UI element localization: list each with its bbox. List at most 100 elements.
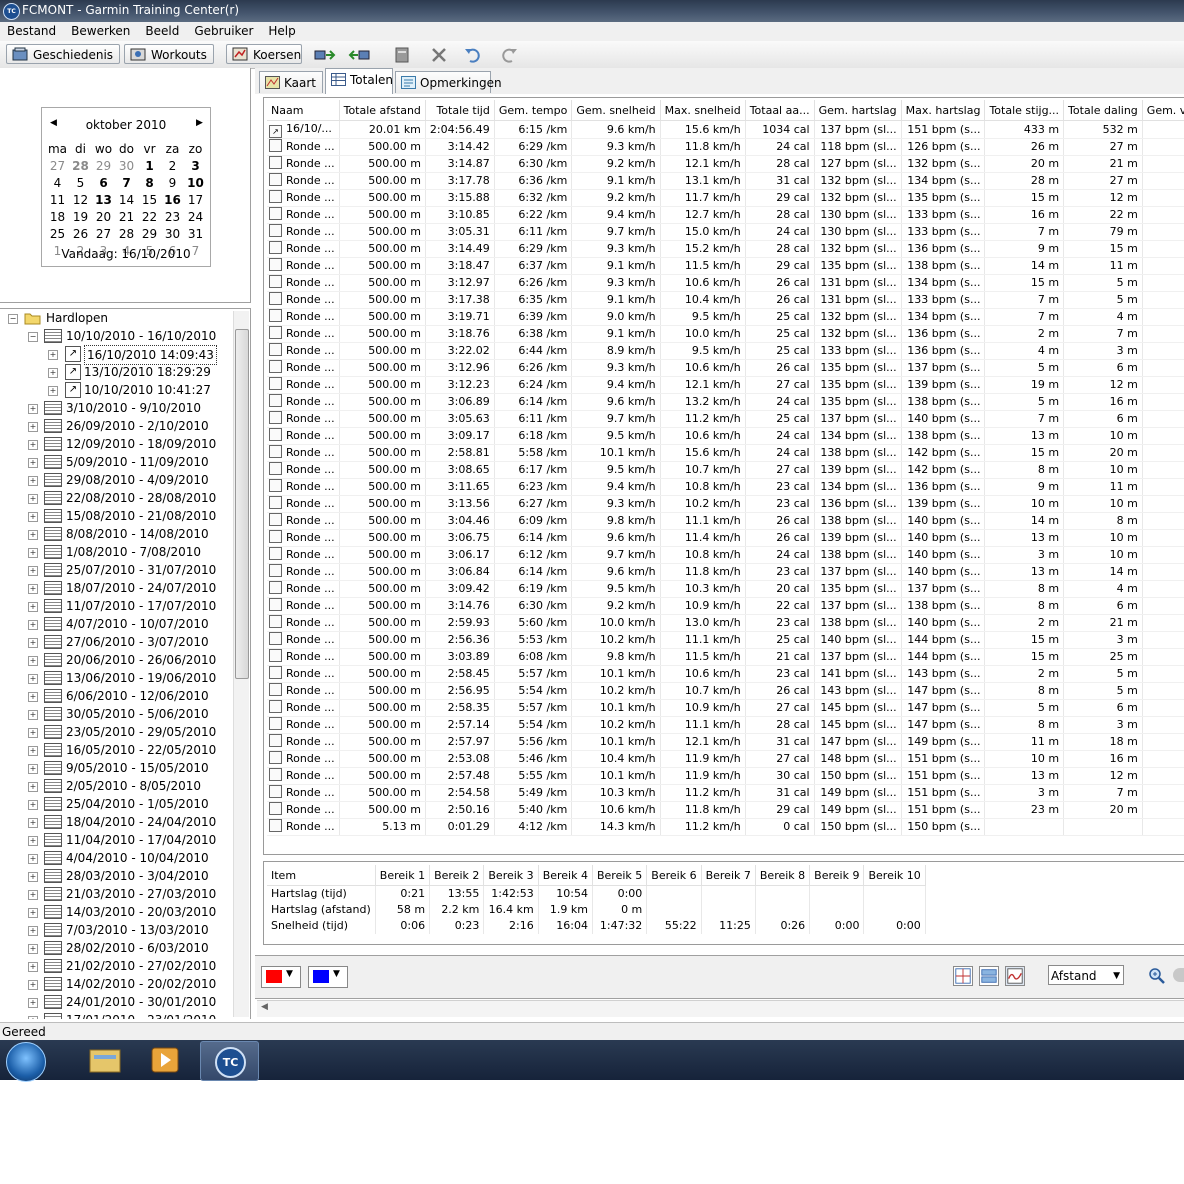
expand-toggle-icon[interactable]: + xyxy=(28,998,38,1008)
expand-toggle-icon[interactable]: + xyxy=(28,1016,38,1019)
lap-row[interactable]: Ronde ... 500.00 m 3:10.85 6:22 /km 9.4 km/h… xyxy=(267,206,1184,224)
lap-row[interactable]: Ronde ... 500.00 m 3:06.17 6:12 /km 9.7 km/h… xyxy=(267,546,1184,564)
crosshair-icon[interactable] xyxy=(953,966,973,986)
expand-toggle-icon[interactable]: + xyxy=(28,710,38,720)
media-player-icon[interactable] xyxy=(140,1042,192,1078)
expand-toggle-icon[interactable]: + xyxy=(28,476,38,486)
laps-column-header[interactable]: Totale stijg... xyxy=(984,100,1065,121)
lap-row[interactable]: Ronde ... 500.00 m 3:17.38 6:35 /km 9.1 km/h… xyxy=(267,291,1184,309)
calendar-day[interactable]: 28 xyxy=(115,225,138,242)
expand-toggle-icon[interactable]: + xyxy=(28,908,38,918)
laps-column-header[interactable]: Totale tijd xyxy=(425,100,495,121)
lap-row[interactable]: Ronde ... 500.00 m 3:17.78 6:36 /km 9.1 km/h… xyxy=(267,172,1184,190)
zones-column-header[interactable]: Item xyxy=(267,865,376,886)
lap-row[interactable]: Ronde ... 500.00 m 2:56.95 5:54 /km 10.2 km/… xyxy=(267,682,1184,700)
expand-toggle-icon[interactable]: + xyxy=(28,818,38,828)
lap-row[interactable]: Ronde ... 500.00 m 2:58.81 5:58 /km 10.1 km/… xyxy=(267,444,1184,462)
tree-week-item[interactable]: 8/08/2010 - 14/08/2010 xyxy=(66,525,209,543)
laps-column-header[interactable]: Gem. vermogen xyxy=(1142,100,1184,121)
tree-week-item[interactable]: 10/10/2010 - 16/10/2010 xyxy=(66,327,216,345)
lap-row[interactable]: Ronde ... 500.00 m 3:12.97 6:26 /km 9.3 km/h… xyxy=(267,274,1184,292)
calendar-day[interactable]: 12 xyxy=(69,191,92,208)
calendar-day[interactable]: 2 xyxy=(161,157,184,174)
laps-column-header[interactable]: Gem. tempo xyxy=(494,100,573,121)
expand-toggle-icon[interactable]: + xyxy=(28,404,38,414)
lap-row[interactable]: Ronde ... 500.00 m 3:09.42 6:19 /km 9.5 km/h… xyxy=(267,580,1184,598)
taskbar-active-app[interactable]: TC xyxy=(200,1041,259,1081)
calendar-day[interactable]: 28 xyxy=(69,157,92,174)
lap-row[interactable]: Ronde ... 500.00 m 3:13.56 6:27 /km 9.3 km/h… xyxy=(267,495,1184,513)
tree-week-item[interactable]: 18/07/2010 - 24/07/2010 xyxy=(66,579,216,597)
collapse-toggle-icon[interactable]: − xyxy=(28,332,38,342)
lap-row[interactable]: Ronde ... 500.00 m 2:57.97 5:56 /km 10.1 km/… xyxy=(267,733,1184,751)
calendar-day[interactable]: 17 xyxy=(184,191,207,208)
lap-row[interactable]: Ronde ... 500.00 m 3:18.76 6:38 /km 9.1 km/h… xyxy=(267,325,1184,343)
calendar-day[interactable]: 27 xyxy=(92,225,115,242)
tree-week-item[interactable]: 23/05/2010 - 29/05/2010 xyxy=(66,723,216,741)
tree-week-item[interactable]: 15/08/2010 - 21/08/2010 xyxy=(66,507,216,525)
redo-icon[interactable] xyxy=(498,46,520,64)
expand-toggle-icon[interactable]: + xyxy=(28,440,38,450)
tree-week-item[interactable]: 14/03/2010 - 20/03/2010 xyxy=(66,903,216,921)
expand-toggle-icon[interactable]: + xyxy=(28,656,38,666)
calendar-day[interactable]: 24 xyxy=(184,208,207,225)
menu-bewerken[interactable]: Bewerken xyxy=(64,22,138,38)
calendar-day[interactable]: 11 xyxy=(46,191,69,208)
lap-row[interactable]: Ronde ... 500.00 m 3:14.42 6:29 /km 9.3 km/h… xyxy=(267,138,1184,156)
receive-from-device-icon[interactable] xyxy=(348,46,370,64)
calendar-day[interactable]: 10 xyxy=(184,174,207,191)
lap-row[interactable]: Ronde ... 500.00 m 2:59.93 5:60 /km 10.0 km/… xyxy=(267,614,1184,632)
tree-week-item[interactable]: 25/04/2010 - 1/05/2010 xyxy=(66,795,209,813)
tree-week-item[interactable]: 4/04/2010 - 10/04/2010 xyxy=(66,849,209,867)
lap-row[interactable]: Ronde ... 500.00 m 3:12.23 6:24 /km 9.4 km/h… xyxy=(267,376,1184,394)
calendar-day[interactable]: 30 xyxy=(115,157,138,174)
lap-row[interactable]: Ronde ... 500.00 m 2:53.08 5:46 /km 10.4 km/… xyxy=(267,750,1184,768)
calendar-day[interactable]: 20 xyxy=(92,208,115,225)
calendar-day[interactable]: 27 xyxy=(46,157,69,174)
expand-toggle-icon[interactable]: + xyxy=(48,368,58,378)
calendar-day[interactable]: 7 xyxy=(115,174,138,191)
calendar-day[interactable]: 15 xyxy=(138,191,161,208)
calendar-day[interactable]: 21 xyxy=(115,208,138,225)
tree-week-item[interactable]: 5/09/2010 - 11/09/2010 xyxy=(66,453,209,471)
zones-column-header[interactable]: Bereik 9 xyxy=(809,865,865,886)
undo-icon[interactable] xyxy=(462,46,484,64)
tree-week-item[interactable]: 24/01/2010 - 30/01/2010 xyxy=(66,993,216,1011)
lap-row[interactable]: Ronde ... 500.00 m 3:14.76 6:30 /km 9.2 km/h… xyxy=(267,597,1184,615)
calendar-day[interactable]: 4 xyxy=(46,174,69,191)
expand-toggle-icon[interactable]: + xyxy=(28,566,38,576)
tree-week-item[interactable]: 9/05/2010 - 15/05/2010 xyxy=(66,759,209,777)
laps-column-header[interactable]: Gem. hartslag xyxy=(814,100,902,121)
expand-toggle-icon[interactable]: + xyxy=(28,962,38,972)
zones-column-header[interactable]: Bereik 3 xyxy=(483,865,539,886)
tree-week-item[interactable]: 28/02/2010 - 6/03/2010 xyxy=(66,939,209,957)
tree-week-item[interactable]: 20/06/2010 - 26/06/2010 xyxy=(66,651,216,669)
file-explorer-icon[interactable] xyxy=(80,1042,132,1078)
lap-row[interactable]: Ronde ... 500.00 m 3:03.89 6:08 /km 9.8 km/h… xyxy=(267,648,1184,666)
lap-row[interactable]: Ronde ... 500.00 m 2:58.45 5:57 /km 10.1 km/… xyxy=(267,665,1184,683)
lap-row[interactable]: Ronde ... 500.00 m 3:12.96 6:26 /km 9.3 km/h… xyxy=(267,359,1184,377)
lap-row[interactable]: Ronde ... 500.00 m 3:14.87 6:30 /km 9.2 km/h… xyxy=(267,155,1184,173)
series1-color-button[interactable]: ▼ xyxy=(261,966,301,988)
tab-notes[interactable]: Opmerkingen xyxy=(395,71,502,93)
laps-column-header[interactable]: Totale daling xyxy=(1063,100,1143,121)
expand-toggle-icon[interactable]: + xyxy=(48,386,58,396)
tree-week-item[interactable]: 18/04/2010 - 24/04/2010 xyxy=(66,813,216,831)
calendar-day-selected[interactable]: 16 xyxy=(161,191,184,208)
calendar-day[interactable]: 9 xyxy=(161,174,184,191)
lap-row[interactable]: Ronde ... 500.00 m 3:19.71 6:39 /km 9.0 km/h… xyxy=(267,308,1184,326)
calendar-day[interactable]: 29 xyxy=(92,157,115,174)
tree-week-item[interactable]: 4/07/2010 - 10/07/2010 xyxy=(66,615,209,633)
start-button-icon[interactable] xyxy=(6,1042,46,1082)
x-axis-select[interactable]: Afstand ▼ xyxy=(1048,965,1124,985)
laps-column-header[interactable]: Totaal aa... xyxy=(745,100,815,121)
expand-toggle-icon[interactable]: + xyxy=(28,494,38,504)
calendar-day[interactable]: 19 xyxy=(69,208,92,225)
calendar-day[interactable]: 31 xyxy=(184,225,207,242)
tree-week-item[interactable]: 14/02/2010 - 20/02/2010 xyxy=(66,975,216,993)
tree-week-item[interactable]: 11/04/2010 - 17/04/2010 xyxy=(66,831,216,849)
tree-week-item[interactable]: 29/08/2010 - 4/09/2010 xyxy=(66,471,209,489)
calendar-day[interactable]: 22 xyxy=(138,208,161,225)
tree-week-item[interactable]: 2/05/2010 - 8/05/2010 xyxy=(66,777,201,795)
tree-week-item[interactable]: 13/06/2010 - 19/06/2010 xyxy=(66,669,216,687)
